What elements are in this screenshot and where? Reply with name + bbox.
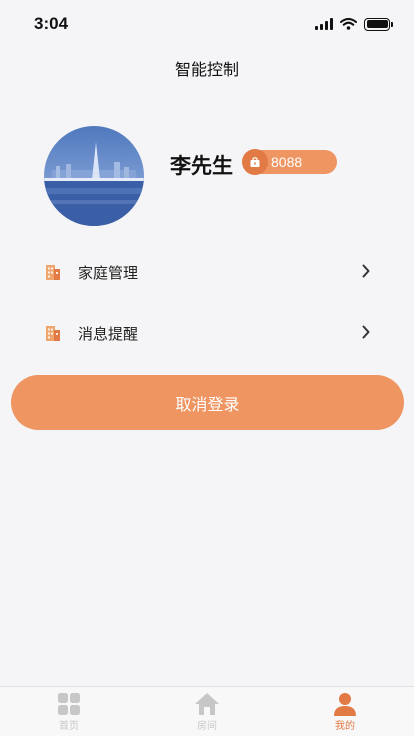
username: 李先生: [170, 155, 233, 178]
menu-item-label: 消息提醒: [78, 324, 139, 343]
battery-icon: [364, 17, 393, 31]
menu-item-message-reminder[interactable]: 消息提醒: [0, 307, 414, 359]
wifi-icon: [340, 18, 357, 30]
status-bar: 3:04: [0, 0, 414, 48]
house-icon: [195, 693, 219, 715]
chevron-right-icon: [362, 325, 370, 339]
tab-room[interactable]: 房间: [138, 687, 276, 736]
menu-item-label: 家庭管理: [78, 263, 139, 282]
bag-icon: [242, 149, 268, 175]
status-icons: [315, 17, 393, 31]
tab-label: 房间: [197, 721, 217, 732]
tab-home[interactable]: 首页: [0, 687, 138, 736]
profile-section: 李先生 8088: [0, 126, 414, 228]
tab-mine[interactable]: 我的: [276, 687, 414, 736]
person-icon: [334, 693, 356, 716]
cellular-signal-icon: [315, 18, 333, 30]
nav-bar: 智能控制: [0, 48, 414, 88]
menu-item-family-management[interactable]: 家庭管理: [0, 246, 414, 298]
tab-label: 首页: [59, 721, 79, 732]
grid-icon: [58, 693, 80, 715]
avatar[interactable]: [44, 126, 144, 226]
chevron-right-icon: [362, 264, 370, 278]
page-title: 智能控制: [174, 60, 239, 79]
building-icon: [46, 326, 60, 341]
points-badge: 8088: [242, 149, 337, 175]
status-time: 3:04: [34, 14, 69, 33]
points-value: 8088: [271, 154, 303, 170]
building-icon: [46, 265, 60, 280]
tab-bar: 首页 房间 我的: [0, 686, 414, 736]
tab-label: 我的: [335, 721, 355, 732]
logout-button[interactable]: 取消登录: [11, 375, 404, 430]
